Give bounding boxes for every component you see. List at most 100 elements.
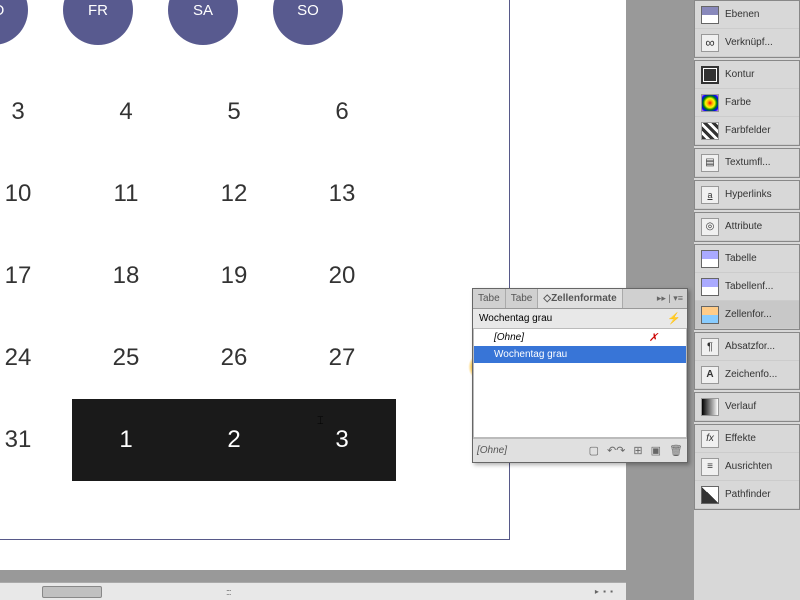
panel-label: Verlauf [725,401,756,412]
panel-label: Farbfelder [725,125,771,136]
panel-label: Tabelle [725,253,757,264]
tab-table-styles[interactable]: Tabe [506,289,539,308]
footer-action-icon[interactable]: ⊞ [633,444,642,457]
panel-collapse-menu[interactable]: ▸▸ | ▾≡ [657,293,687,304]
calendar-grid[interactable]: 2345691011121316171819202324252627303112… [0,71,396,481]
stroke-icon [701,66,719,84]
panel-tab-bar[interactable]: Tabe Tabe ◇ Zellenformate ▸▸ | ▾≡ [473,289,687,309]
panel-button-attribute[interactable]: Attribute [695,213,799,241]
footer-action-icon[interactable]: ▣ [651,444,661,457]
style-list-item[interactable]: [Ohne]✗ [474,329,686,346]
calendar-cell[interactable]: 11 [72,153,180,235]
calendar-cell[interactable]: 6 [288,71,396,153]
weekday-circle: DO [0,0,28,45]
calendar-cell[interactable]: 25 [72,317,180,399]
panel-label: Attribute [725,221,762,232]
swatch-icon [701,122,719,140]
footer-action-icon[interactable]: 🗑 [669,444,683,457]
panel-button-tabellenf[interactable]: Tabellenf... [695,273,799,301]
calendar-page: MiDOFRSASO 23456910111213161718192023242… [0,0,510,540]
wrap-icon [701,154,719,172]
panel-button-verknpf[interactable]: Verknüpf... [695,29,799,57]
panel-button-kontur[interactable]: Kontur [695,61,799,89]
style-list[interactable]: [Ohne]✗Wochentag grau [473,328,687,438]
calendar-cell[interactable]: 4 [72,71,180,153]
calendar-cell[interactable]: 18 [72,235,180,317]
document-canvas[interactable]: MiDOFRSASO 23456910111213161718192023242… [0,0,626,570]
panel-footer: [Ohne] ▢ ↶↷ ⊞ ▣ 🗑 [473,438,687,462]
calendar-cell[interactable]: 1 [72,399,180,481]
panel-button-textumfl[interactable]: Textumfl... [695,149,799,177]
calendar-cell[interactable]: 19 [180,235,288,317]
panel-button-farbfelder[interactable]: Farbfelder [695,117,799,145]
calendar-cell[interactable]: 3 [288,399,396,481]
panel-button-zeichenfo[interactable]: Zeichenfo... [695,361,799,389]
para-icon [701,338,719,356]
footer-style-label: [Ohne] [477,445,507,456]
scrollbar-thumb[interactable] [42,586,102,598]
color-icon [701,94,719,112]
tab-table[interactable]: Tabe [473,289,506,308]
weekday-circle: SO [273,0,343,45]
panel-button-zellenfor[interactable]: Zellenfor... [695,301,799,329]
calendar-cell[interactable]: 13 [288,153,396,235]
clear-override-icon[interactable]: ✗ [649,331,658,344]
panel-button-ausrichten[interactable]: Ausrichten [695,453,799,481]
panel-label: Kontur [725,69,754,80]
weekday-circle: SA [168,0,238,45]
tab-cell-styles[interactable]: ◇ Zellenformate [538,289,622,308]
panel-label: Verknüpf... [725,37,773,48]
weekday-header: MiDOFRSASO [0,0,421,40]
panel-button-verlauf[interactable]: Verlauf [695,393,799,421]
panel-label: Textumfl... [725,157,771,168]
calendar-cell[interactable]: 3 [0,71,72,153]
panel-button-effekte[interactable]: Effekte [695,425,799,453]
footer-action-icon[interactable]: ↶↷ [607,444,625,457]
right-panel-dock[interactable]: Ebenen Verknüpf... Kontur Farbe Farbfelder Te… [694,0,800,600]
calendar-cell[interactable]: 27 [288,317,396,399]
panel-button-hyperlinks[interactable]: Hyperlinks [695,181,799,209]
style-list-item[interactable]: Wochentag grau [474,346,686,363]
panel-label: Farbe [725,97,751,108]
align-icon [701,458,719,476]
panel-label: Absatzfor... [725,341,775,352]
footer-icon-bar: ▢ ↶↷ ⊞ ▣ 🗑 [589,444,683,457]
panel-button-ebenen[interactable]: Ebenen [695,1,799,29]
tab-icon [701,278,719,296]
panel-label: Ebenen [725,9,759,20]
fx-icon [701,430,719,448]
path-icon [701,486,719,504]
scrollbar-arrows-icon: ▸ ▪ ▪ [595,587,614,596]
grad-icon [701,398,719,416]
links-icon [701,34,719,52]
calendar-cell[interactable]: 26 [180,317,288,399]
panel-label: Effekte [725,433,756,444]
calendar-cell[interactable]: 10 [0,153,72,235]
panel-label: Zellenfor... [725,309,772,320]
panel-button-absatzfor[interactable]: Absatzfor... [695,333,799,361]
panel-label: Zeichenfo... [725,369,777,380]
calendar-cell[interactable]: 2 [180,399,288,481]
calendar-cell[interactable]: 5 [180,71,288,153]
cell-styles-panel[interactable]: Tabe Tabe ◇ Zellenformate ▸▸ | ▾≡ Wochen… [472,288,688,463]
horizontal-scrollbar[interactable]: ::: ▸ ▪ ▪ [0,582,626,600]
cellf-icon [701,306,719,324]
text-cursor-icon: ⌶ [317,415,324,428]
panel-button-pathfinder[interactable]: Pathfinder [695,481,799,509]
panel-button-farbe[interactable]: Farbe [695,89,799,117]
current-style-name: Wochentag grau ⚡ [473,309,687,328]
panel-button-tabelle[interactable]: Tabelle [695,245,799,273]
panel-label: Tabellenf... [725,281,773,292]
calendar-cell[interactable]: 31 [0,399,72,481]
calendar-cell[interactable]: 17 [0,235,72,317]
quick-apply-icon[interactable]: ⚡ [667,312,681,325]
calendar-cell[interactable]: 20 [288,235,396,317]
panel-label: Hyperlinks [725,189,772,200]
scrollbar-grip-icon: ::: [226,587,231,597]
hyper-icon [701,186,719,204]
calendar-cell[interactable]: 24 [0,317,72,399]
footer-action-icon[interactable]: ▢ [589,444,599,457]
calendar-cell[interactable]: 12 [180,153,288,235]
layers-icon [701,6,719,24]
tab-icon [701,250,719,268]
